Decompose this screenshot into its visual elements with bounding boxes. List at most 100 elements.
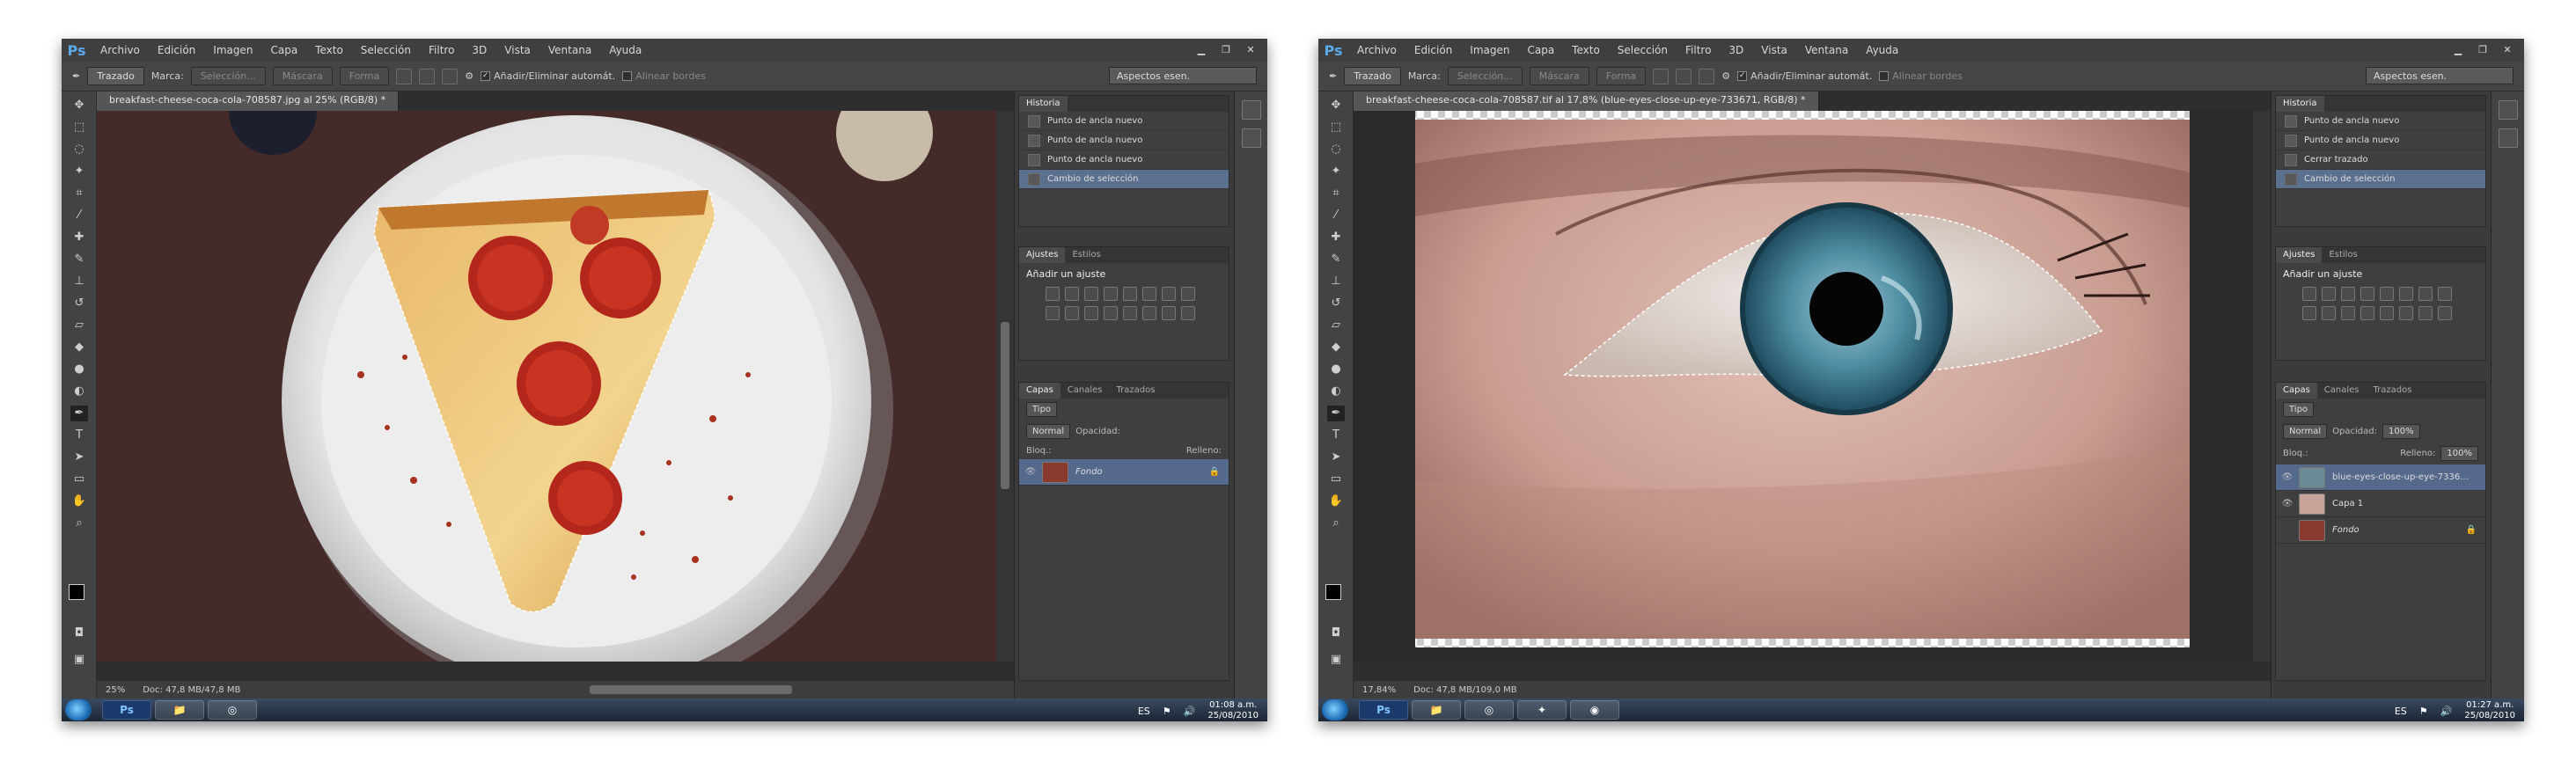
pen-tool-icon[interactable]: ✒ (1329, 70, 1337, 82)
eraser-tool-icon[interactable]: ▱ (70, 318, 88, 333)
posterize-icon[interactable] (1123, 306, 1137, 320)
screen-mode-icon[interactable]: ▣ (1327, 652, 1345, 668)
layer-row-fondo[interactable]: Fondo 🔒 (2276, 517, 2485, 544)
blend-mode-select[interactable]: Normal (2283, 424, 2328, 439)
menu-capa[interactable]: Capa (261, 44, 306, 56)
blur-tool-icon[interactable]: ● (70, 362, 88, 377)
photo-filter-icon[interactable] (1046, 306, 1060, 320)
pen-tool-icon[interactable]: ✒ (70, 406, 88, 421)
shape-tool-icon[interactable]: ▭ (1327, 472, 1345, 487)
close-icon[interactable]: ✕ (2498, 42, 2517, 56)
menu-edicion[interactable]: Edición (1405, 44, 1461, 56)
history-item[interactable]: Punto de ancla nuevo (2276, 112, 2485, 131)
marquee-tool-icon[interactable]: ⬚ (70, 120, 88, 135)
history-panel-icon[interactable] (2499, 100, 2518, 120)
hue-icon[interactable] (2399, 287, 2413, 301)
bw-icon[interactable] (2438, 287, 2452, 301)
zoom-level[interactable]: 17,84% (1362, 685, 1396, 695)
brightness-icon[interactable] (2302, 287, 2316, 301)
crop-tool-icon[interactable]: ⌗ (70, 186, 88, 201)
taskbar-explorer-icon[interactable]: 📁 (1412, 700, 1461, 720)
history-panel-icon[interactable] (1242, 100, 1261, 120)
color-lookup-icon[interactable] (2341, 306, 2355, 320)
document-tab[interactable]: breakfast-cheese-coca-cola-708587.tif al… (1354, 91, 1819, 111)
tab-estilos[interactable]: Estilos (2322, 247, 2364, 263)
history-brush-tool-icon[interactable]: ↺ (70, 296, 88, 311)
magic-wand-tool-icon[interactable]: ✦ (1327, 164, 1345, 179)
menu-3d[interactable]: 3D (463, 44, 495, 56)
tab-historia[interactable]: Historia (2276, 96, 2324, 112)
menu-edicion[interactable]: Edición (149, 44, 204, 56)
tab-canales[interactable]: Canales (2317, 383, 2367, 399)
tray-flag-icon[interactable]: ⚑ (1163, 706, 1171, 717)
bucket-tool-icon[interactable]: ◆ (1327, 340, 1345, 355)
magic-wand-tool-icon[interactable]: ✦ (70, 164, 88, 179)
eye-icon[interactable]: 👁 (1019, 467, 1042, 477)
menu-imagen[interactable]: Imagen (204, 44, 261, 56)
auto-add-delete-checkbox[interactable]: ✓ Añadir/Eliminar automát. (1737, 70, 1872, 82)
auto-add-delete-checkbox[interactable]: ✓ Añadir/Eliminar automát. (481, 70, 615, 82)
path-arrange-icon[interactable] (1699, 68, 1715, 84)
fill-input[interactable]: 100% (2440, 446, 2478, 461)
history-item-selected[interactable]: Cambio de selección (1019, 170, 1229, 189)
exposure-icon[interactable] (1104, 287, 1118, 301)
pen-tool-icon[interactable]: ✒ (72, 70, 80, 82)
menu-seleccion[interactable]: Selección (352, 44, 420, 56)
eraser-tool-icon[interactable]: ▱ (1327, 318, 1345, 333)
menu-ayuda[interactable]: Ayuda (1857, 44, 1907, 56)
exposure-icon[interactable] (2360, 287, 2374, 301)
menu-archivo[interactable]: Archivo (1348, 44, 1405, 56)
hand-tool-icon[interactable]: ✋ (1327, 494, 1345, 509)
menu-3d[interactable]: 3D (1720, 44, 1752, 56)
history-item[interactable]: Cerrar trazado (2276, 150, 2485, 170)
clock[interactable]: 01:27 a.m. 25/08/2010 (2464, 700, 2515, 721)
taskbar-media-icon[interactable]: ✦ (1517, 700, 1567, 720)
mode-select[interactable]: Trazado (1344, 67, 1401, 85)
curves-icon[interactable] (1084, 287, 1098, 301)
document-tab[interactable]: breakfast-cheese-coca-cola-708587.jpg al… (97, 91, 400, 111)
path-ops-icon[interactable] (1653, 68, 1670, 84)
healing-tool-icon[interactable]: ✚ (70, 230, 88, 245)
workspace-select[interactable]: Aspectos esen. (2366, 67, 2514, 84)
taskbar-photoshop[interactable]: Ps (1359, 700, 1408, 720)
quick-mask-icon[interactable]: ◘ (70, 625, 88, 641)
color-lookup-icon[interactable] (1084, 306, 1098, 320)
history-item[interactable]: Punto de ancla nuevo (2276, 131, 2485, 150)
quick-mask-icon[interactable]: ◘ (1327, 625, 1345, 641)
invert-icon[interactable] (1104, 306, 1118, 320)
tray-flag-icon[interactable]: ⚑ (2419, 706, 2428, 717)
vertical-scroll-thumb[interactable] (1001, 322, 1009, 489)
screen-mode-icon[interactable]: ▣ (70, 652, 88, 668)
menu-ventana[interactable]: Ventana (539, 44, 600, 56)
eyedropper-tool-icon[interactable]: ⁄ (70, 208, 88, 223)
minimize-icon[interactable]: ▁ (1192, 42, 1211, 56)
tab-capas[interactable]: Capas (1019, 383, 1060, 399)
history-item-selected[interactable]: Cambio de selección (2276, 170, 2485, 189)
tab-capas[interactable]: Capas (2276, 383, 2317, 399)
workspace-select[interactable]: Aspectos esen. (1109, 67, 1257, 84)
tab-canales[interactable]: Canales (1060, 383, 1110, 399)
blur-tool-icon[interactable]: ● (1327, 362, 1345, 377)
canvas-eye[interactable] (1354, 111, 2253, 662)
foreground-color-swatch[interactable] (69, 584, 84, 600)
align-edges-checkbox[interactable]: Alinear bordes (622, 70, 706, 82)
shape-tool-icon[interactable]: ▭ (70, 472, 88, 487)
minimize-icon[interactable]: ▁ (2448, 42, 2468, 56)
eye-icon[interactable]: 👁 (2276, 499, 2299, 508)
lasso-tool-icon[interactable]: ◌ (70, 142, 88, 157)
restore-icon[interactable]: ❐ (1216, 42, 1236, 56)
type-tool-icon[interactable]: T (1327, 428, 1345, 443)
tab-trazados[interactable]: Trazados (2367, 383, 2419, 399)
layer-row-capa1[interactable]: 👁 Capa 1 (2276, 491, 2485, 517)
zoom-level[interactable]: 25% (106, 685, 125, 695)
photo-filter-icon[interactable] (2302, 306, 2316, 320)
menu-filtro[interactable]: Filtro (1677, 44, 1720, 56)
history-item[interactable]: Punto de ancla nuevo (1019, 150, 1229, 170)
taskbar-app-icon[interactable]: ◎ (1464, 700, 1514, 720)
history-item[interactable]: Punto de ancla nuevo (1019, 112, 1229, 131)
zoom-tool-icon[interactable]: ⌕ (70, 516, 88, 531)
start-button-icon[interactable] (65, 699, 92, 720)
tab-historia[interactable]: Historia (1019, 96, 1068, 112)
menu-ayuda[interactable]: Ayuda (600, 44, 650, 56)
gradient-map-icon[interactable] (2418, 306, 2433, 320)
